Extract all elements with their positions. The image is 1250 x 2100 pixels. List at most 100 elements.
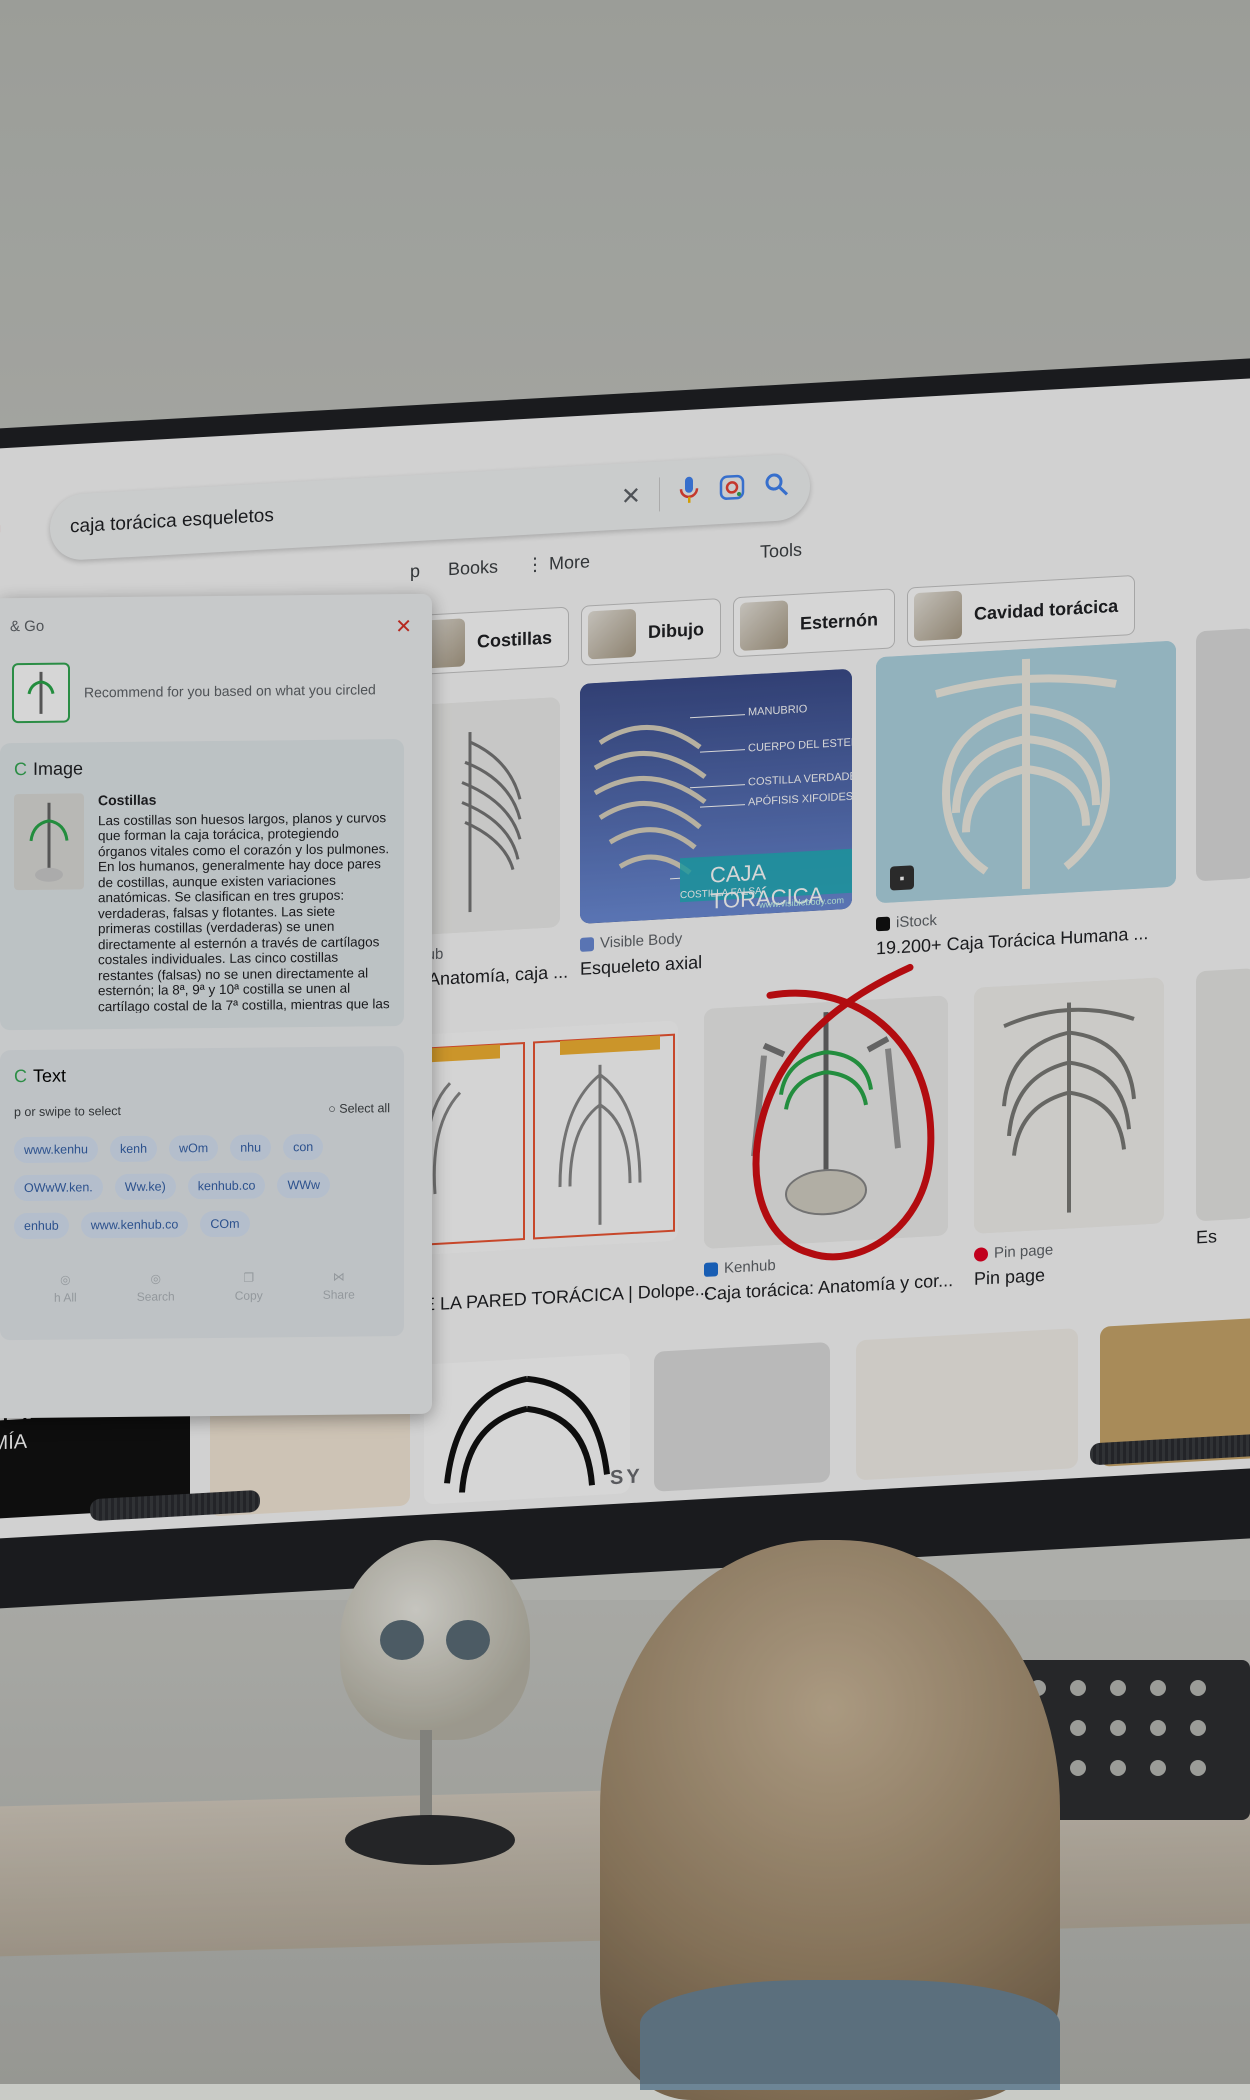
result-image[interactable]: MANUBRIO CUERPO DEL ESTERNÓ COSTILLA VER…	[580, 668, 852, 924]
result-card[interactable]	[1196, 628, 1250, 882]
image-section-icon: C	[14, 758, 27, 780]
text-chip[interactable]: www.kenhub.co	[80, 1211, 189, 1239]
result-source: nhub	[410, 939, 568, 965]
result-source: Pin page	[974, 1235, 1164, 1263]
select-all-label: Select all	[339, 1101, 390, 1116]
result-card[interactable]: nhub k: Anatomía, caja ...	[410, 697, 568, 992]
image-section: C Image Costillas Las costillas son hueso…	[0, 739, 404, 1031]
panel-title: & Go	[10, 617, 45, 636]
clear-icon[interactable]: ✕	[621, 481, 641, 511]
action-label: h All	[54, 1290, 77, 1305]
result-title[interactable]: Pin page	[974, 1258, 1164, 1290]
text-section: C Text p or swipe to select ○ Select all …	[0, 1046, 404, 1341]
result-image[interactable]	[974, 977, 1164, 1234]
eye-socket	[380, 1620, 424, 1660]
divider	[659, 477, 660, 512]
chip-thumbnail	[740, 600, 789, 651]
result-title[interactable]: Es	[1196, 1224, 1250, 1248]
action-label: Share	[322, 1287, 355, 1302]
chip-cavidad-toracica[interactable]: Cavidad torácica	[907, 574, 1136, 648]
text-chip[interactable]: Ww.ke)	[114, 1173, 176, 1201]
circled-thumbnail[interactable]	[12, 662, 70, 724]
share-icon: ⋈	[332, 1269, 345, 1284]
text-section-title: Text	[33, 1065, 67, 1086]
chip-costillas[interactable]: Costillas	[410, 606, 570, 676]
tab-partial[interactable]: p	[410, 561, 420, 583]
result-image[interactable]	[654, 1341, 830, 1492]
chip-thumbnail	[588, 608, 637, 660]
result-overlay-text: OMÍA	[0, 1430, 28, 1456]
result-card[interactable]	[654, 1341, 830, 1492]
image-section-thumbnail[interactable]	[14, 793, 84, 891]
text-chip[interactable]: enhub	[14, 1212, 69, 1240]
text-chip[interactable]: kenhub.co	[187, 1172, 266, 1200]
result-card[interactable]: DE LA PARED TORÁCICA | Dolope...	[410, 1019, 710, 1317]
chip-dibujo[interactable]: Dibujo	[581, 598, 722, 666]
action-label: Search	[136, 1289, 175, 1304]
source-label: Pin page	[994, 1241, 1054, 1262]
tab-more[interactable]: ⋮ More	[526, 551, 590, 576]
text-chip[interactable]: www.kenhu	[14, 1136, 98, 1164]
search-action[interactable]: ◎ Search	[136, 1271, 175, 1304]
result-card[interactable]: Pin page Pin page	[974, 977, 1164, 1290]
chip-esternon[interactable]: Esternón	[733, 588, 896, 658]
share-action[interactable]: ⋈ Share	[323, 1270, 355, 1302]
result-image[interactable]	[410, 697, 560, 936]
source-label: Visible Body	[600, 930, 683, 952]
text-chip[interactable]: nhu	[230, 1134, 272, 1161]
text-chip[interactable]: COm	[200, 1210, 250, 1238]
result-image[interactable]	[856, 1328, 1078, 1481]
result-card[interactable]	[856, 1328, 1078, 1481]
chip-thumbnail	[914, 590, 963, 642]
eye-socket	[446, 1620, 490, 1660]
result-card-circled[interactable]: Kenhub Caja torácica: Anatomía y cor...	[704, 995, 953, 1305]
result-image[interactable]	[410, 1020, 678, 1256]
chip-label: Dibujo	[648, 618, 705, 642]
result-image[interactable]: ▪	[876, 640, 1176, 904]
result-card[interactable]: MANUBRIO CUERPO DEL ESTERNÓ COSTILLA VER…	[580, 668, 852, 980]
result-card[interactable]: Es	[1196, 968, 1250, 1248]
recommend-text: Recommend for you based on what you circ…	[84, 681, 376, 701]
result-card[interactable]	[424, 1353, 630, 1505]
text-chip[interactable]: OWwW.ken.	[14, 1174, 103, 1202]
search-bar[interactable]: caja torácica esqueletos ✕	[50, 453, 810, 562]
tab-books[interactable]: Books	[448, 556, 498, 580]
chip-label: Esternón	[800, 608, 879, 634]
tools-button[interactable]: Tools	[760, 539, 802, 562]
search-all-icon: ◎	[60, 1272, 71, 1287]
text-chip[interactable]: WWw	[277, 1171, 331, 1199]
chip-label: Cavidad torácica	[974, 595, 1119, 624]
text-chip[interactable]: con	[283, 1133, 324, 1161]
copy-action[interactable]: ❐ Copy	[235, 1271, 263, 1303]
search-icon[interactable]	[764, 471, 790, 505]
skull-base	[345, 1815, 515, 1865]
search-icon: ◎	[150, 1271, 161, 1286]
result-title[interactable]: k: Anatomía, caja ...	[410, 962, 568, 992]
copy-icon: ❐	[243, 1270, 255, 1285]
search-tabs: p Books ⋮ More	[410, 551, 590, 582]
result-card[interactable]: ▪ iStock 19.200+ Caja Torácica Humana ..…	[876, 640, 1176, 960]
image-result-description: Las costillas son huesos largos, planos …	[98, 809, 390, 1014]
close-icon[interactable]: ✕	[395, 614, 412, 639]
result-image[interactable]	[1196, 968, 1250, 1222]
brand-logo: SY	[610, 1465, 643, 1490]
result-image[interactable]	[424, 1353, 630, 1505]
circle-to-search-panel: & Go ✕ Recommend for you based on what y…	[0, 593, 432, 1419]
pinterest-icon	[974, 1246, 988, 1262]
text-section-icon: C	[14, 1065, 27, 1087]
kenhub-icon	[704, 1261, 718, 1277]
search-all-action[interactable]: ◎ h All	[54, 1272, 77, 1305]
text-chip[interactable]: wOm	[169, 1134, 219, 1162]
search-input[interactable]: caja torácica esqueletos	[70, 486, 621, 539]
image-section-title: Image	[33, 758, 84, 779]
result-image[interactable]	[1196, 628, 1250, 882]
text-chip[interactable]: kenh	[109, 1135, 158, 1163]
source-label: Kenhub	[724, 1256, 776, 1277]
result-title[interactable]: DE LA PARED TORÁCICA | Dolope...	[410, 1279, 710, 1317]
source-label: iStock	[896, 911, 937, 932]
select-all-control[interactable]: ○ Select all	[328, 1101, 390, 1116]
result-image[interactable]	[704, 995, 948, 1249]
microphone-icon[interactable]	[678, 474, 700, 512]
skull-model	[340, 1540, 530, 1740]
lens-icon[interactable]	[718, 472, 746, 509]
